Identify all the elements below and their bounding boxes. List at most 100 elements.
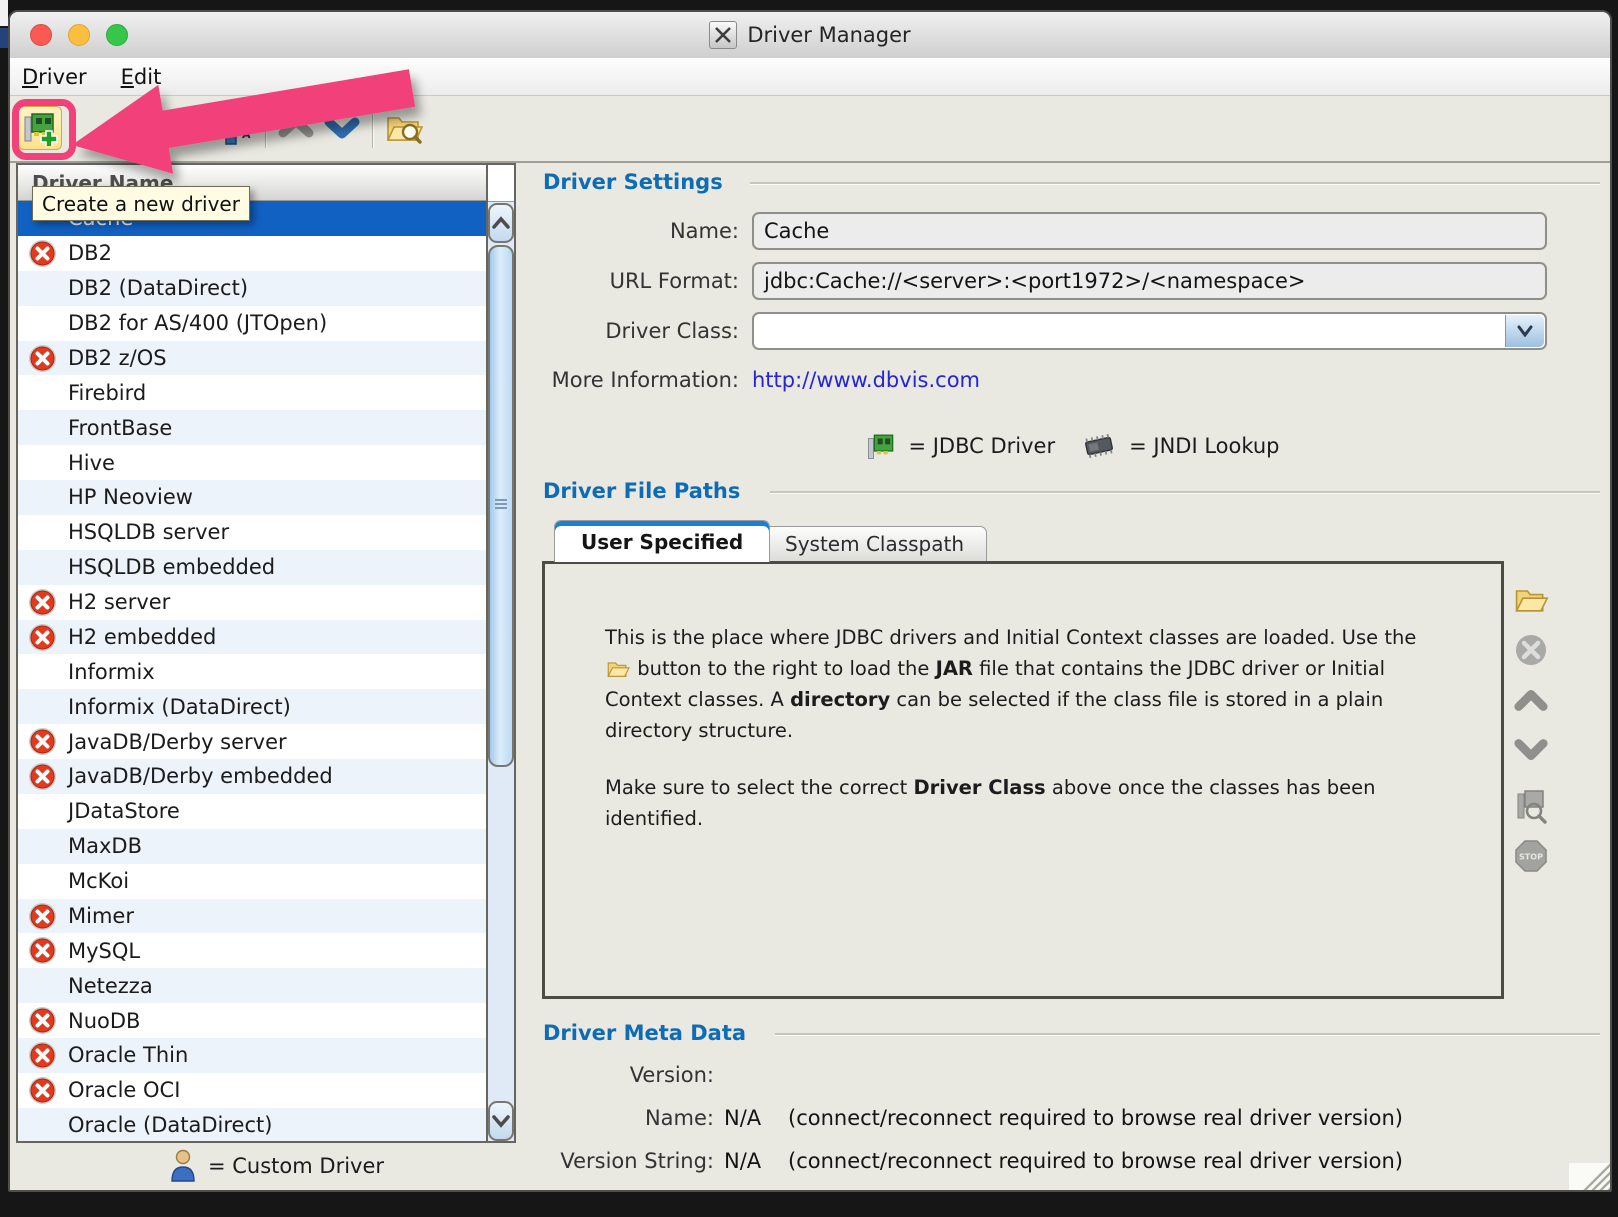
scrollbar-thumb[interactable]: [488, 245, 514, 767]
driver-list-item[interactable]: HSQLDB embedded: [18, 550, 486, 585]
driver-name: JavaDB/Derby server: [68, 730, 287, 754]
dbvis-link[interactable]: http://www.dbvis.com: [752, 368, 980, 392]
custom-driver-legend: = Custom Driver: [16, 1143, 516, 1189]
driver-error-icon: [28, 588, 57, 617]
scroll-up-button[interactable]: [488, 203, 514, 243]
driver-list-item[interactable]: Firebird: [18, 375, 486, 410]
jdbc-driver-icon: [866, 430, 896, 462]
scroll-down-button[interactable]: [488, 1101, 514, 1141]
stop-button[interactable]: STOP: [1512, 837, 1550, 875]
tab-user-specified[interactable]: User Specified: [554, 520, 770, 562]
driver-error-icon: [28, 344, 57, 373]
jndi-lookup-icon: [1081, 432, 1117, 460]
driver-list-item[interactable]: Oracle Thin: [18, 1038, 486, 1073]
driver-file-paths-title: Driver File Paths: [543, 479, 740, 503]
driver-list-item[interactable]: DB2: [18, 236, 486, 271]
driver-name: Netezza: [68, 974, 153, 998]
driver-list-item[interactable]: Mimer: [18, 899, 486, 934]
driver-list-item[interactable]: FrontBase: [18, 410, 486, 445]
move-driver-down-button[interactable]: [320, 106, 364, 150]
open-file-button[interactable]: [1512, 581, 1550, 619]
scrollbar-header-corner: [488, 165, 514, 202]
driver-list-item[interactable]: HP Neoview: [18, 480, 486, 515]
remove-path-button[interactable]: [1512, 631, 1550, 669]
tooltip-create-driver: Create a new driver: [32, 186, 250, 221]
driver-list-item[interactable]: Oracle OCI: [18, 1073, 486, 1108]
menu-driver[interactable]: Driver: [20, 63, 89, 91]
menu-bar: Driver Edit: [10, 58, 1610, 96]
driver-name: Mimer: [68, 904, 134, 928]
driver-list-item[interactable]: DB2 (DataDirect): [18, 271, 486, 306]
driver-manager-window: Driver Manager Driver Edit AZ: [8, 10, 1612, 1192]
driver-list-scrollbar[interactable]: [486, 165, 514, 1141]
url-format-field[interactable]: jdbc:Cache://<server>:<port1972>/<namesp…: [752, 262, 1547, 300]
version-label: Version:: [514, 1063, 714, 1087]
find-driver-class-button[interactable]: [1512, 787, 1550, 825]
driver-list-item[interactable]: McKoi: [18, 864, 486, 899]
more-information-label: More Information:: [534, 368, 739, 392]
driver-list-item[interactable]: HSQLDB server: [18, 515, 486, 550]
open-folder-icon: [1513, 583, 1549, 617]
driver-list-item[interactable]: Informix: [18, 654, 486, 689]
folder-search-icon: [384, 108, 424, 148]
driver-list-item[interactable]: Informix (DataDirect): [18, 689, 486, 724]
driver-class-dropdown-button[interactable]: [1505, 315, 1544, 347]
move-path-up-button[interactable]: [1512, 681, 1550, 719]
jdbc-legend-text: = JDBC Driver: [908, 434, 1055, 458]
stop-icon: STOP: [1514, 839, 1548, 873]
svg-text:A: A: [242, 128, 251, 141]
driver-list-item[interactable]: H2 server: [18, 585, 486, 620]
driver-list-item[interactable]: Hive: [18, 445, 486, 480]
resize-grip[interactable]: [1569, 1163, 1611, 1192]
move-driver-up-button[interactable]: [274, 106, 318, 150]
scrollbar-grip: [495, 499, 507, 511]
driver-error-icon: [28, 239, 57, 268]
title-bar: Driver Manager: [10, 12, 1610, 59]
driver-error-icon: [28, 902, 57, 931]
url-format-label: URL Format:: [534, 269, 739, 293]
driver-settings-title: Driver Settings: [543, 170, 723, 194]
name-field[interactable]: Cache: [752, 212, 1547, 250]
driver-name: Informix (DataDirect): [68, 695, 291, 719]
driver-name: Oracle (DataDirect): [68, 1113, 272, 1137]
user-specified-panel: This is the place where JDBC drivers and…: [542, 561, 1504, 999]
driver-list-item[interactable]: NuoDB: [18, 1003, 486, 1038]
move-path-down-button[interactable]: [1512, 731, 1550, 769]
driver-name: JDataStore: [68, 799, 180, 823]
find-driver-files-button[interactable]: [382, 106, 426, 150]
sort-ascending-button[interactable]: ZA: [212, 106, 256, 150]
driver-class-label: Driver Class:: [534, 319, 739, 343]
sort-ascending-icon: ZA: [214, 108, 254, 148]
tab-system-classpath[interactable]: System Classpath: [762, 526, 987, 562]
driver-list-item[interactable]: H2 embedded: [18, 620, 486, 655]
driver-name: HSQLDB embedded: [68, 555, 275, 579]
version-string-label: Version String:: [514, 1149, 714, 1173]
driver-meta-data-title: Driver Meta Data: [543, 1021, 746, 1045]
driver-list-item[interactable]: JavaDB/Derby server: [18, 724, 486, 759]
menu-edit[interactable]: Edit: [119, 63, 164, 91]
window-title: Driver Manager: [747, 23, 910, 47]
driver-name: DB2: [68, 241, 112, 265]
chevron-down-icon: [492, 1114, 510, 1128]
driver-list-item[interactable]: MySQL: [18, 933, 486, 968]
driver-list-item[interactable]: JavaDB/Derby embedded: [18, 759, 486, 794]
driver-list-item[interactable]: Netezza: [18, 968, 486, 1003]
driver-class-combobox[interactable]: [752, 312, 1547, 350]
version-string-value: N/A: [724, 1149, 761, 1173]
sort-descending-button[interactable]: AZ: [166, 106, 210, 150]
svg-text:Z: Z: [242, 114, 250, 127]
driver-list-rows: Cache DB2 DB2 (DataDirect): [18, 201, 486, 1141]
driver-name: HSQLDB server: [68, 520, 229, 544]
driver-list-item[interactable]: DB2 for AS/400 (JTOpen): [18, 306, 486, 341]
driver-name: Oracle OCI: [68, 1078, 180, 1102]
driver-list-item[interactable]: JDataStore: [18, 794, 486, 829]
driver-list-item[interactable]: DB2 z/OS: [18, 341, 486, 376]
icon-legend: = JDBC Driver = JNDI Lookup: [532, 430, 1612, 462]
driver-name: NuoDB: [68, 1009, 140, 1033]
chevron-up-icon: [492, 216, 510, 230]
driver-error-icon: [28, 762, 57, 791]
driver-error-icon: [28, 936, 57, 965]
driver-list-item[interactable]: Oracle (DataDirect): [18, 1108, 486, 1141]
name-label: Name:: [534, 219, 739, 243]
driver-list-item[interactable]: MaxDB: [18, 829, 486, 864]
